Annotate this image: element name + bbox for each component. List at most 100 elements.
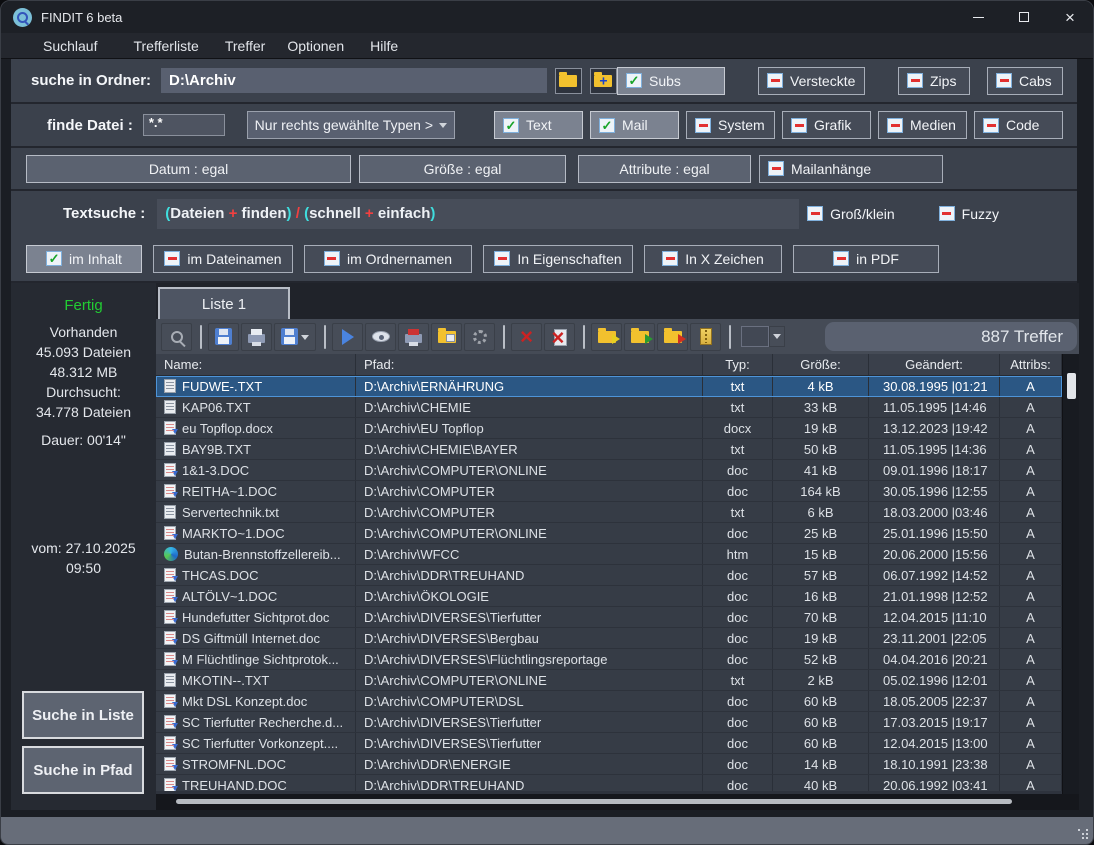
table-row[interactable]: TREUHAND.DOCD:\Archiv\DDR\TREUHANDdoc40 …: [156, 775, 1062, 791]
search-in-list-button[interactable]: Suche in Liste: [22, 691, 144, 739]
vertical-scrollbar-thumb[interactable]: [1067, 373, 1076, 399]
horizontal-scrollbar-thumb[interactable]: [176, 799, 1012, 804]
search-in-path-button[interactable]: Suche in Pfad: [22, 746, 144, 794]
save-as-icon[interactable]: [274, 323, 316, 351]
preview-icon[interactable]: [365, 323, 396, 351]
folder-path-input[interactable]: D:\Archiv: [161, 68, 547, 93]
find-window-icon[interactable]: [161, 323, 192, 351]
filter-button-attribute[interactable]: Attribute : egal: [578, 155, 751, 183]
table-row[interactable]: STROMFNL.DOCD:\Archiv\DDR\ENERGIEdoc14 k…: [156, 754, 1062, 775]
table-row[interactable]: Mkt DSL Konzept.docD:\Archiv\COMPUTER\DS…: [156, 691, 1062, 712]
move-files-icon[interactable]: [624, 323, 655, 351]
column-header-name[interactable]: Name:: [156, 354, 356, 375]
toggle-system[interactable]: System: [686, 111, 775, 139]
start-search-icon[interactable]: [332, 323, 363, 351]
minimize-button[interactable]: [955, 1, 1001, 33]
grid-body: FUDWE-.TXTD:\Archiv\ERNÄHRUNGtxt4 kB30.0…: [156, 376, 1062, 791]
toggle-code[interactable]: Code: [974, 111, 1063, 139]
toggle-fuzzy[interactable]: Fuzzy: [931, 200, 1007, 228]
results-toolbar: 887 Treffer: [156, 319, 1079, 354]
title-bar[interactable]: FINDIT 6 beta ×: [1, 1, 1093, 33]
menu-item-trefferliste[interactable]: Trefferliste: [133, 38, 198, 54]
file-type-icon: [164, 694, 176, 708]
file-type-icon: [164, 463, 176, 477]
table-row[interactable]: SC Tierfutter Vorkonzept....D:\Archiv\DI…: [156, 733, 1062, 754]
menu-item-suchlauf[interactable]: Suchlauf: [43, 38, 97, 54]
toggle-medien[interactable]: Medien: [878, 111, 967, 139]
menu-item-treffer[interactable]: Treffer: [225, 38, 265, 54]
toggle-gro-klein[interactable]: Groß/klein: [799, 200, 903, 228]
print-list-icon[interactable]: [241, 323, 272, 351]
filter-button-größe[interactable]: Größe : egal: [359, 155, 566, 183]
toggle-versteckte[interactable]: Versteckte: [758, 67, 865, 95]
toggle-subs[interactable]: Subs: [617, 67, 725, 95]
open-folder-icon[interactable]: [431, 323, 462, 351]
column-header-größe[interactable]: Größe:: [773, 354, 869, 375]
table-row[interactable]: THCAS.DOCD:\Archiv\DDR\TREUHANDdoc57 kB0…: [156, 565, 1062, 586]
table-row[interactable]: BAY9B.TXTD:\Archiv\CHEMIE\BAYERtxt50 kB1…: [156, 439, 1062, 460]
delete-entry-icon[interactable]: [511, 323, 542, 351]
toggle-im-ordnernamen[interactable]: im Ordnernamen: [304, 245, 472, 273]
toggle-im-inhalt[interactable]: im Inhalt: [26, 245, 142, 273]
menu-item-hilfe[interactable]: Hilfe: [370, 38, 398, 54]
copy-files-icon[interactable]: [591, 323, 622, 351]
horizontal-scrollbar[interactable]: [156, 794, 1079, 810]
toggle-mailanh-nge[interactable]: Mailanhänge: [759, 155, 943, 183]
table-row[interactable]: Servertechnik.txtD:\Archiv\COMPUTERtxt6 …: [156, 502, 1062, 523]
table-row[interactable]: Butan-Brennstoffzellereib...D:\Archiv\WF…: [156, 544, 1062, 565]
status-line: Durchsucht:: [11, 382, 156, 402]
toggle-in-x-zeichen[interactable]: In X Zeichen: [644, 245, 782, 273]
table-row[interactable]: Hundefutter Sichtprot.docD:\Archiv\DIVER…: [156, 607, 1062, 628]
column-header-pfad[interactable]: Pfad:: [356, 354, 703, 375]
table-row[interactable]: ALTÖLV~1.DOCD:\Archiv\ÖKOLOGIEdoc16 kB21…: [156, 586, 1062, 607]
table-row[interactable]: eu Topflop.docxD:\Archiv\EU Topflopdocx1…: [156, 418, 1062, 439]
toggle-in-pdf[interactable]: in PDF: [793, 245, 939, 273]
history-combo[interactable]: [741, 326, 785, 347]
toggle-mail[interactable]: Mail: [590, 111, 679, 139]
column-header-typ[interactable]: Typ:: [703, 354, 773, 375]
browse-folder-button[interactable]: [555, 68, 582, 94]
toggle-zips[interactable]: Zips: [898, 67, 970, 95]
maximize-button[interactable]: [1001, 1, 1047, 33]
status-state: Fertig: [11, 297, 156, 314]
table-row[interactable]: KAP06.TXTD:\Archiv\CHEMIEtxt33 kB11.05.1…: [156, 397, 1062, 418]
search-query-input[interactable]: (Dateien + finden) / (schnell + einfach): [157, 199, 799, 229]
file-type-icon: [164, 379, 176, 393]
export-files-icon[interactable]: [657, 323, 688, 351]
status-duration: Dauer: 00'14": [11, 430, 156, 450]
column-header-geändert[interactable]: Geändert:: [869, 354, 1000, 375]
vertical-scrollbar[interactable]: [1062, 354, 1079, 794]
table-row[interactable]: 1&1-3.DOCD:\Archiv\COMPUTER\ONLINEdoc41 …: [156, 460, 1062, 481]
table-row[interactable]: DS Giftmüll Internet.docD:\Archiv\DIVERS…: [156, 628, 1062, 649]
checkbox-unchecked-icon: [887, 118, 903, 133]
settings-icon[interactable]: [464, 323, 495, 351]
filter-button-datum[interactable]: Datum : egal: [26, 155, 351, 183]
table-row[interactable]: M Flüchtlinge Sichtprotok...D:\Archiv\DI…: [156, 649, 1062, 670]
toggle-im-dateinamen[interactable]: im Dateinamen: [153, 245, 293, 273]
close-button[interactable]: ×: [1047, 1, 1093, 33]
print-preview-icon[interactable]: [398, 323, 429, 351]
add-folder-button[interactable]: [590, 68, 617, 94]
toggle-text[interactable]: Text: [494, 111, 583, 139]
search-folder-label: suche in Ordner:: [31, 72, 151, 89]
zip-files-icon[interactable]: [690, 323, 721, 351]
delete-list-icon[interactable]: [544, 323, 575, 351]
toggle-in-eigenschaften[interactable]: In Eigenschaften: [483, 245, 633, 273]
resize-grip-icon[interactable]: [1078, 829, 1088, 839]
menu-item-optionen[interactable]: Optionen: [287, 38, 344, 54]
file-pattern-input[interactable]: *.*: [143, 114, 225, 136]
find-file-row: finde Datei : *.* Nur rechts gewählte Ty…: [11, 104, 1077, 148]
column-header-attribs[interactable]: Attribs:: [1000, 354, 1062, 375]
table-row[interactable]: FUDWE-.TXTD:\Archiv\ERNÄHRUNGtxt4 kB30.0…: [156, 376, 1062, 397]
toggle-cabs[interactable]: Cabs: [987, 67, 1063, 95]
checkbox-unchecked-icon: [494, 251, 510, 266]
toggle-grafik[interactable]: Grafik: [782, 111, 871, 139]
type-filter-dropdown[interactable]: Nur rechts gewählte Typen >: [247, 111, 455, 139]
save-list-icon[interactable]: [208, 323, 239, 351]
table-row[interactable]: SC Tierfutter Recherche.d...D:\Archiv\DI…: [156, 712, 1062, 733]
table-row[interactable]: MARKTO~1.DOCD:\Archiv\COMPUTER\ONLINEdoc…: [156, 523, 1062, 544]
tab-liste-1[interactable]: Liste 1: [158, 287, 290, 319]
table-row[interactable]: REITHA~1.DOCD:\Archiv\COMPUTERdoc164 kB3…: [156, 481, 1062, 502]
table-row[interactable]: MKOTIN--.TXTD:\Archiv\COMPUTER\ONLINEtxt…: [156, 670, 1062, 691]
minimize-icon: [973, 17, 984, 18]
